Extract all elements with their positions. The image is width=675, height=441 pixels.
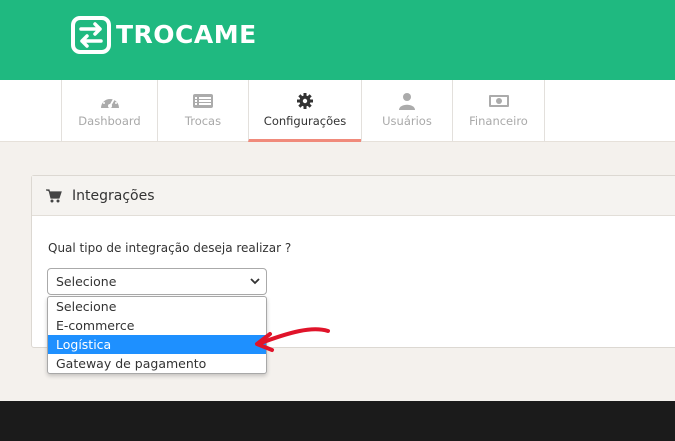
red-arrow-annotation <box>255 327 330 352</box>
tab-label: Usuários <box>382 114 432 128</box>
option-ecommerce[interactable]: E-commerce <box>48 316 266 335</box>
panel-header: Integrações <box>32 176 675 216</box>
tab-configuracoes[interactable]: Configurações <box>248 80 361 142</box>
panel-title: Integrações <box>72 187 155 204</box>
select-value: Selecione <box>56 274 117 289</box>
tab-label: Configurações <box>263 114 347 128</box>
tab-dashboard[interactable]: Dashboard <box>61 80 157 142</box>
cart-icon <box>46 188 62 202</box>
bottom-dark-bar <box>0 401 675 441</box>
user-icon <box>399 93 415 110</box>
tab-financeiro[interactable]: Financeiro <box>452 80 545 142</box>
main-nav: Dashboard Trocas Configurações Usuários … <box>0 80 675 142</box>
money-icon <box>488 95 509 107</box>
option-logistica[interactable]: Logística <box>48 335 266 354</box>
tab-label: Dashboard <box>78 114 141 128</box>
option-gateway-pagamento[interactable]: Gateway de pagamento <box>48 354 266 373</box>
tab-usuarios[interactable]: Usuários <box>361 80 452 142</box>
tab-trocas[interactable]: Trocas <box>157 80 248 142</box>
integration-type-options: Selecione E-commerce Logística Gateway d… <box>47 296 267 374</box>
dashboard-gauge-icon <box>100 95 119 108</box>
brand-name: TROCAME <box>116 20 257 49</box>
tab-label: Financeiro <box>469 114 528 128</box>
integration-question: Qual tipo de integração deseja realizar … <box>48 241 292 255</box>
gear-icon <box>297 93 313 109</box>
chevron-down-icon <box>250 278 260 285</box>
list-icon <box>193 94 213 108</box>
brand-logo[interactable]: TROCAME <box>70 15 257 55</box>
tab-label: Trocas <box>184 114 222 128</box>
option-selecione[interactable]: Selecione <box>48 297 266 316</box>
exchange-logo-icon <box>71 16 111 54</box>
integration-type-select[interactable]: Selecione <box>47 268 267 295</box>
top-header: TROCAME <box>0 0 675 80</box>
